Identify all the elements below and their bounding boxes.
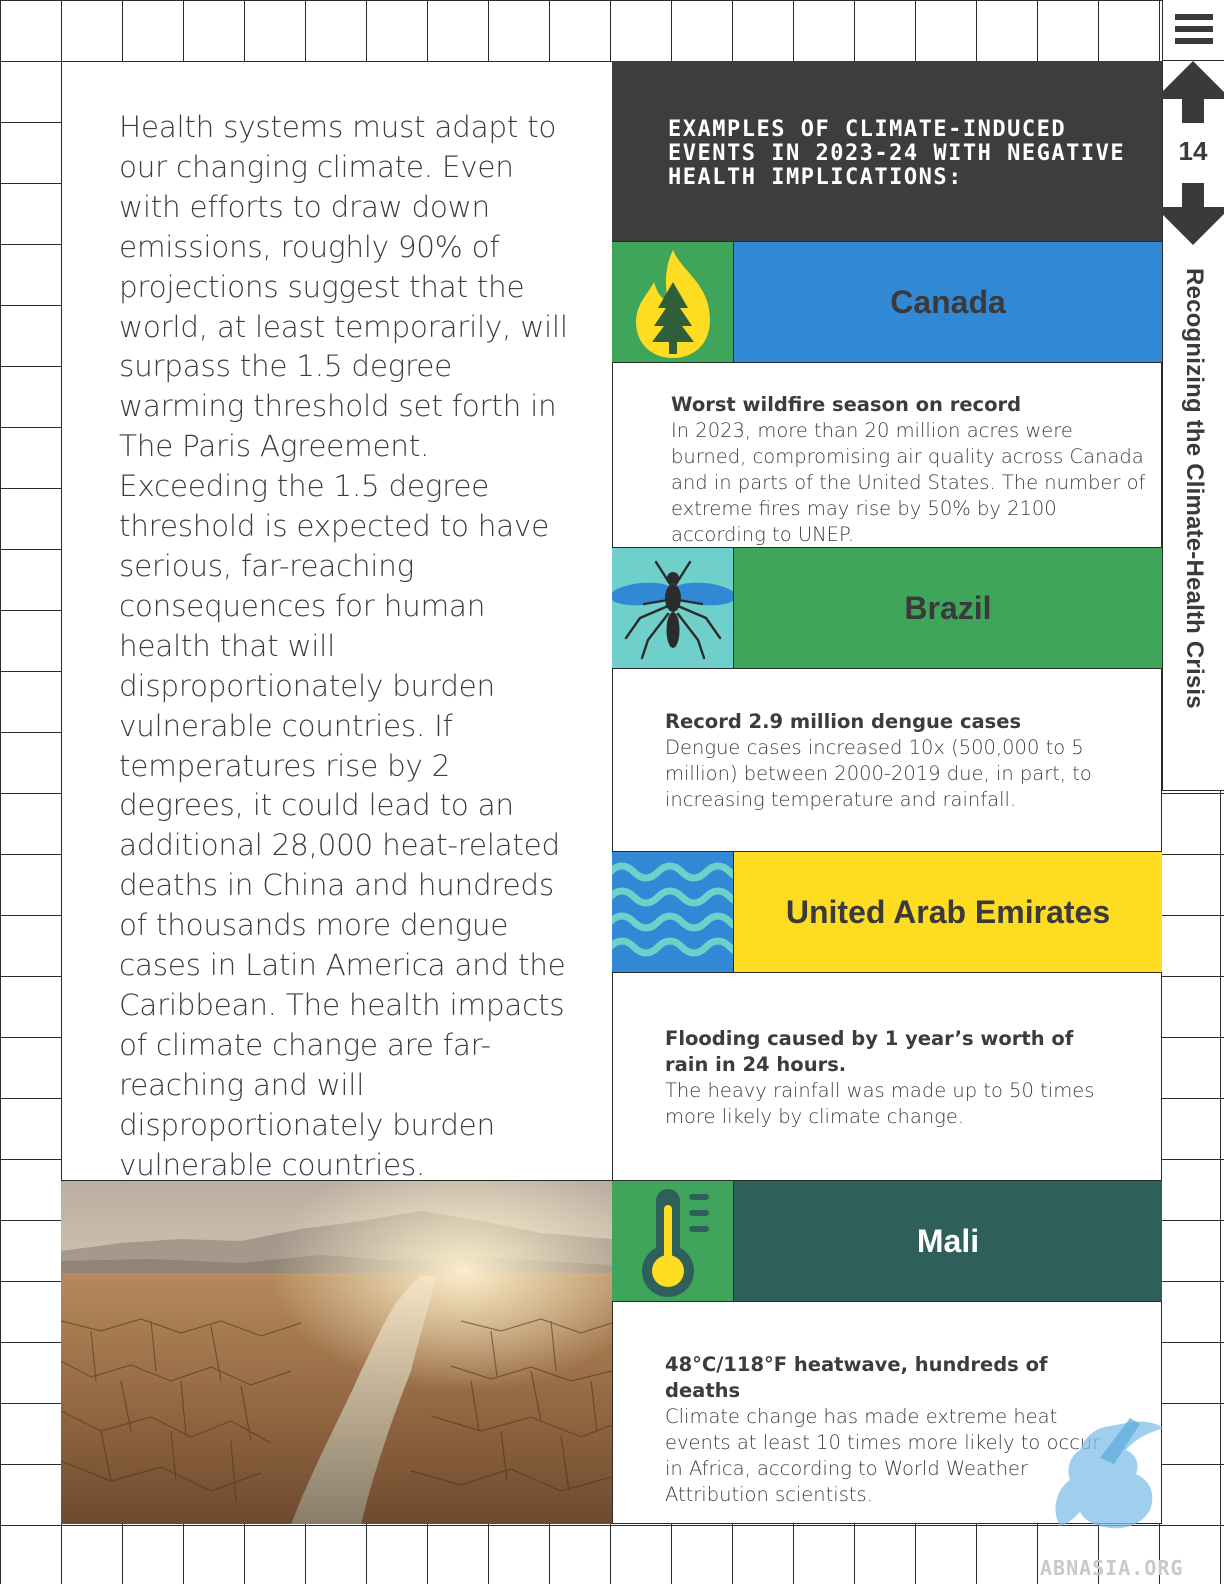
mosquito-icon (612, 548, 734, 668)
menu-button[interactable] (1162, 0, 1224, 61)
hamburger-menu-icon (1175, 14, 1213, 44)
example-body-canada: In 2023, more than 20 million acres were… (671, 419, 1146, 546)
example-title-mali: 48°C/118°F heatwave, hundreds of deaths (665, 1353, 1048, 1402)
country-name-mali: Mali (734, 1181, 1162, 1301)
watermark-text: ABNASIA.ORG (1040, 1556, 1184, 1580)
example-title-uae: Flooding caused by 1 year’s worth of rai… (665, 1027, 1074, 1076)
intro-paragraph: Health systems must adapt to our changin… (119, 110, 568, 1182)
example-row-mali: Mali (612, 1180, 1162, 1302)
example-desc-canada: Worst wildfire season on record In 2023,… (671, 392, 1151, 548)
example-desc-brazil: Record 2.9 million dengue cases Dengue c… (665, 709, 1105, 813)
example-row-canada: Canada (612, 241, 1162, 363)
page-down-arrow-icon[interactable] (1162, 183, 1224, 245)
example-row-uae: United Arab Emirates (612, 851, 1162, 973)
example-body-mali: Climate change has made extreme heat eve… (665, 1405, 1101, 1506)
thermometer-icon (612, 1181, 734, 1301)
section-title: Recognizing the Climate-Health Crisis (1181, 268, 1208, 709)
country-name-canada: Canada (734, 242, 1162, 362)
wildfire-icon (612, 242, 734, 362)
drought-photo (61, 1180, 612, 1524)
example-title-canada: Worst wildfire season on record (671, 393, 1022, 416)
country-name-uae: United Arab Emirates (734, 852, 1162, 972)
griffin-watermark-logo (1055, 1418, 1164, 1529)
page-up-arrow-icon[interactable] (1162, 61, 1224, 123)
example-row-brazil: Brazil (612, 547, 1162, 669)
country-name-brazil: Brazil (734, 548, 1162, 668)
example-title-brazil: Record 2.9 million dengue cases (665, 710, 1022, 733)
page-number: 14 (1178, 136, 1208, 166)
example-body-uae: The heavy rainfall was made up to 50 tim… (665, 1079, 1095, 1128)
waves-icon (612, 852, 734, 972)
example-body-brazil: Dengue cases increased 10x (500,000 to 5… (665, 736, 1092, 811)
examples-header-title: EXAMPLES OF CLIMATE-INDUCED EVENTS IN 20… (668, 117, 1126, 190)
example-desc-uae: Flooding caused by 1 year’s worth of rai… (665, 1026, 1105, 1130)
examples-header: EXAMPLES OF CLIMATE-INDUCED EVENTS IN 20… (612, 61, 1162, 241)
